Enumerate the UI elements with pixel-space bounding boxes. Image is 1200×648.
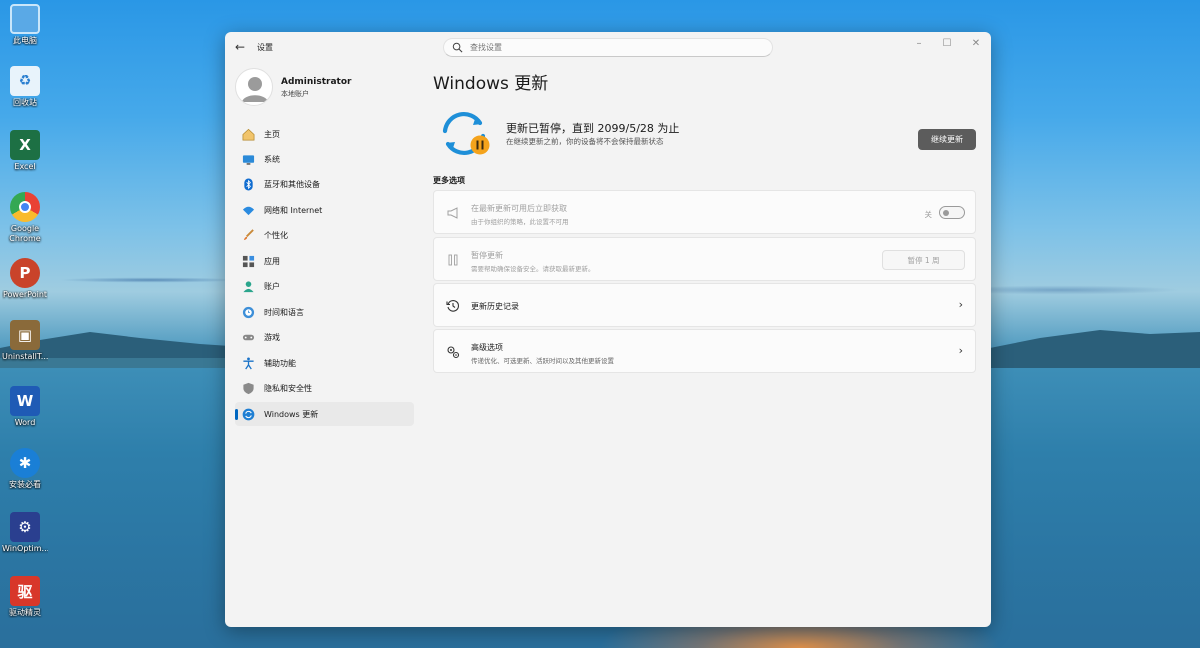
gears-icon xyxy=(447,346,460,359)
chrome-icon xyxy=(10,192,40,222)
sidebar-item-windows-update[interactable]: Windows 更新 xyxy=(235,402,414,426)
sidebar-item-apps[interactable]: 应用 xyxy=(235,249,414,273)
chevron-right-icon: › xyxy=(958,344,963,357)
driver-genius-icon: 驱 xyxy=(10,576,40,606)
wifi-icon xyxy=(242,206,255,216)
accessibility-app-icon: ✱ xyxy=(10,448,40,478)
desktop-icon-driver-genius[interactable]: 驱 驱动精灵 xyxy=(2,576,48,618)
search-box[interactable] xyxy=(443,38,773,57)
windows-update-icon xyxy=(242,408,255,421)
account-icon xyxy=(243,281,254,293)
pause-one-week-button[interactable]: 暂停 1 周 xyxy=(882,250,965,270)
bluetooth-icon xyxy=(244,178,253,191)
desktop-icon-powerpoint[interactable]: P PowerPoint xyxy=(2,258,48,300)
active-indicator xyxy=(235,409,238,420)
user-profile[interactable]: Administrator 本地账户 xyxy=(235,68,415,106)
recycle-bin-icon: ♻ xyxy=(10,66,40,96)
back-arrow-icon[interactable]: ← xyxy=(235,40,245,54)
brush-icon xyxy=(243,229,254,241)
desktop-icon-chrome[interactable]: Google Chrome xyxy=(2,192,48,244)
sidebar-item-gaming[interactable]: 游戏 xyxy=(235,325,414,349)
maximize-button[interactable]: ☐ xyxy=(940,38,954,49)
option-advanced[interactable]: 高级选项 传递优化、可选更新、活跃时间以及其他更新设置 › xyxy=(433,329,976,373)
sidebar-item-time-language[interactable]: 时间和语言 xyxy=(235,300,414,324)
desktop-icon-uninstall-tool[interactable]: ▣ UninstallT... xyxy=(2,320,48,362)
desktop-icon-win-optimizer[interactable]: ⚙ WinOptim... xyxy=(2,512,48,554)
word-icon: W xyxy=(10,386,40,416)
sidebar-item-system[interactable]: 系统 xyxy=(235,147,414,171)
account-type: 本地账户 xyxy=(281,90,309,98)
update-paused-icon xyxy=(442,112,490,155)
history-icon xyxy=(446,300,460,312)
user-avatar-icon xyxy=(242,77,268,102)
update-status-subtitle: 在继续更新之前，你的设备将不会保持最新状态 xyxy=(506,137,664,146)
time-language-icon xyxy=(242,306,255,319)
desktop-icon-word[interactable]: W Word xyxy=(2,386,48,428)
option-pause-updates: 暂停更新 需要帮助确保设备安全。请获取最新更新。 暂停 1 周 xyxy=(433,237,976,281)
desktop-icon-recycle-bin[interactable]: ♻ 回收站 xyxy=(2,66,48,108)
gaming-icon xyxy=(242,334,255,341)
uninstall-tool-icon: ▣ xyxy=(10,320,40,350)
close-button[interactable]: ✕ xyxy=(969,38,983,49)
accessibility-icon xyxy=(243,357,254,370)
system-icon xyxy=(242,155,255,165)
sidebar-item-privacy[interactable]: 隐私和安全性 xyxy=(235,376,414,400)
sidebar-item-accessibility[interactable]: 辅助功能 xyxy=(235,351,414,375)
megaphone-icon xyxy=(447,207,458,219)
minimize-button[interactable]: – xyxy=(912,38,926,49)
powerpoint-icon: P xyxy=(10,258,40,288)
sidebar-item-home[interactable]: 主页 xyxy=(235,122,414,146)
sidebar-item-network[interactable]: 网络和 Internet xyxy=(235,198,414,222)
app-title: 设置 xyxy=(257,43,273,52)
desktop-icon-excel[interactable]: X Excel xyxy=(2,130,48,172)
sidebar-item-accounts[interactable]: 账户 xyxy=(235,274,414,298)
option-update-history[interactable]: 更新历史记录 › xyxy=(433,283,976,327)
search-input[interactable] xyxy=(470,40,760,55)
get-latest-updates-toggle[interactable] xyxy=(939,206,965,219)
settings-window: ← 设置 – ☐ ✕ Administrator 本地账户 主页 系统 xyxy=(225,32,991,627)
resume-updates-button[interactable]: 继续更新 xyxy=(918,129,976,150)
chevron-right-icon: › xyxy=(958,298,963,311)
toggle-state-label: 关 xyxy=(924,210,933,219)
avatar xyxy=(235,68,273,106)
option-get-latest-updates: 在最新更新可用后立即获取 由于你组织的策略，此设置不可用 关 xyxy=(433,190,976,234)
user-name: Administrator xyxy=(281,77,352,87)
this-pc-icon xyxy=(10,4,40,34)
title-bar: ← 设置 – ☐ ✕ xyxy=(225,32,991,62)
page-title: Windows 更新 xyxy=(433,74,549,94)
sidebar-item-personalization[interactable]: 个性化 xyxy=(235,223,414,247)
more-options-heading: 更多选项 xyxy=(433,176,465,185)
sidebar-item-bluetooth[interactable]: 蓝牙和其他设备 xyxy=(235,172,414,196)
excel-icon: X xyxy=(10,130,40,160)
update-status-title: 更新已暂停，直到 2099/5/28 为止 xyxy=(506,122,680,135)
apps-icon xyxy=(242,255,255,268)
desktop-icon-install-guide[interactable]: ✱ 安装必看 xyxy=(2,448,48,490)
pause-icon xyxy=(448,254,458,266)
shield-icon xyxy=(243,382,254,395)
win-optimizer-icon: ⚙ xyxy=(10,512,40,542)
desktop-icon-this-pc[interactable]: 此电脑 xyxy=(2,4,48,46)
home-icon xyxy=(242,128,255,141)
toggle-knob xyxy=(943,210,949,216)
search-icon xyxy=(452,42,463,53)
